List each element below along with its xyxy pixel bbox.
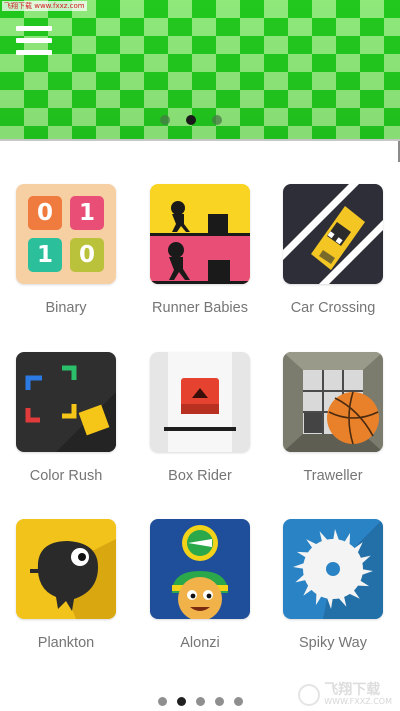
page-dot[interactable]	[215, 697, 224, 706]
app-tile-runner-babies[interactable]: Runner Babies	[140, 184, 260, 316]
app-tile-car-crossing[interactable]: Car Crossing	[273, 184, 393, 316]
page-dot[interactable]	[158, 697, 167, 706]
app-tile-traweller[interactable]: Traweller	[273, 352, 393, 484]
app-tile-alonzi[interactable]: Alonzi	[140, 519, 260, 651]
watermark-sub-text: WWW.FXXZ.COM	[324, 697, 392, 707]
watermark-logo: 飞翔下载 WWW.FXXZ.COM	[298, 681, 392, 707]
car-crossing-icon	[283, 184, 383, 284]
app-tile-color-rush[interactable]: Color Rush	[6, 352, 126, 484]
watermark-text: 飞翔下载 www.fxxz.com	[2, 1, 87, 11]
banner-dot-active[interactable]	[186, 115, 196, 125]
app-label: Plankton	[37, 635, 95, 651]
featured-banner[interactable]	[0, 0, 400, 141]
app-label: Traweller	[303, 468, 363, 484]
banner-dot[interactable]	[160, 115, 170, 125]
banner-page-indicator	[160, 115, 222, 125]
binary-icon: 0 1 1 0	[16, 184, 116, 284]
watermark-circle-icon	[298, 683, 321, 706]
hamburger-menu-icon[interactable]	[16, 26, 52, 60]
app-label: Runner Babies	[152, 300, 248, 316]
alonzi-icon	[150, 519, 250, 619]
page-dot[interactable]	[196, 697, 205, 706]
app-tile-plankton[interactable]: Plankton	[6, 519, 126, 651]
app-label: Car Crossing	[290, 300, 376, 316]
binary-digit: 0	[70, 238, 104, 272]
banner-dot[interactable]	[212, 115, 222, 125]
page-dot[interactable]	[234, 697, 243, 706]
app-tile-box-rider[interactable]: Box Rider	[140, 352, 260, 484]
spiky-way-icon	[283, 519, 383, 619]
app-label: Alonzi	[180, 635, 220, 651]
app-tile-spiky-way[interactable]: Spiky Way	[273, 519, 393, 651]
binary-digit: 0	[28, 196, 62, 230]
app-label: Spiky Way	[299, 635, 367, 651]
binary-digit: 1	[70, 196, 104, 230]
plankton-icon	[16, 519, 116, 619]
box-rider-icon	[150, 352, 250, 452]
grid-page-indicator	[158, 697, 243, 706]
app-label: Box Rider	[168, 468, 232, 484]
page-dot-active[interactable]	[177, 697, 186, 706]
binary-digit: 1	[28, 238, 62, 272]
watermark-main-text: 飞翔下载	[324, 681, 381, 698]
app-label: Binary	[45, 300, 87, 316]
traweller-icon	[283, 352, 383, 452]
runner-babies-icon	[150, 184, 250, 284]
app-tile-binary[interactable]: 0 1 1 0 Binary	[6, 184, 126, 316]
app-label: Color Rush	[29, 468, 103, 484]
color-rush-icon	[16, 352, 116, 452]
